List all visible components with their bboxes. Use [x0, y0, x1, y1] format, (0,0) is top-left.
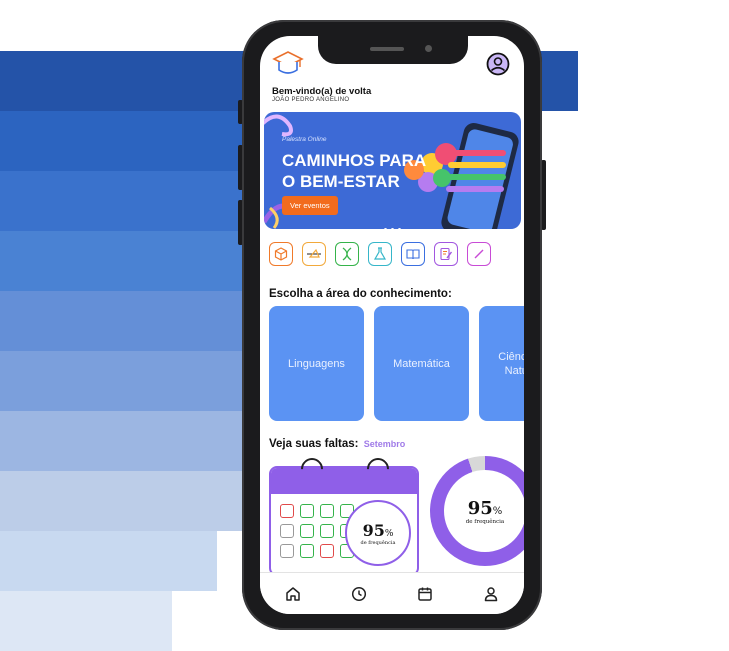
- dna-icon[interactable]: [335, 242, 359, 266]
- banner-subtitle: Palestra Online: [282, 136, 327, 143]
- percent-sign: %: [492, 505, 503, 517]
- bottom-nav: [260, 572, 524, 614]
- view-events-button[interactable]: Ver eventos: [282, 196, 338, 215]
- area-card-linguagens[interactable]: Linguagens: [269, 306, 364, 421]
- carousel-dot[interactable]: [391, 228, 394, 229]
- ruler-triangle-icon[interactable]: [302, 242, 326, 266]
- profile-icon: [484, 587, 498, 602]
- area-card-matematica[interactable]: Matemática: [374, 306, 469, 421]
- percent-value: 95: [362, 520, 385, 540]
- absences-title: Veja suas faltas:: [269, 438, 359, 450]
- calendar-day: [320, 544, 334, 558]
- area-card-label: Ciências da Natureza: [498, 350, 524, 377]
- edit-note-icon[interactable]: [434, 242, 458, 266]
- phone-frame: Bem-vindo(a) de volta JOÃO PEDRO ANGELIN…: [242, 20, 542, 630]
- stripe-8: [0, 471, 250, 531]
- phone-notch: [318, 36, 468, 64]
- user-name: JOÃO PEDRO ANGELINO: [272, 97, 350, 103]
- stripe-10: [0, 591, 172, 651]
- user-circle-icon: [486, 52, 510, 76]
- percent-sign: %: [384, 528, 394, 539]
- logo-icon[interactable]: [272, 50, 304, 78]
- profile-icon[interactable]: [486, 52, 510, 76]
- flask-icon[interactable]: [368, 242, 392, 266]
- stripe-2: [0, 111, 250, 171]
- speaker: [370, 47, 404, 51]
- nav-calendar[interactable]: [413, 582, 437, 606]
- stripe-9: [0, 531, 217, 591]
- stripe-5: [0, 291, 250, 351]
- graduation-cap-icon: [272, 51, 304, 74]
- calendar-day: [280, 544, 294, 558]
- calendar-header: [271, 468, 417, 494]
- absences-heading: Veja suas faltas: Setembro: [269, 438, 405, 450]
- attendance-caption: de frequência: [360, 539, 396, 546]
- attendance-donut: 95% de frequência: [430, 456, 524, 566]
- welcome-text: Bem-vindo(a) de volta: [272, 86, 372, 97]
- stripe-6: [0, 351, 250, 411]
- nav-history[interactable]: [347, 582, 371, 606]
- pencil-icon[interactable]: [467, 242, 491, 266]
- percent-value: 95: [467, 497, 493, 519]
- carousel-dot[interactable]: [384, 228, 387, 229]
- camera: [425, 45, 432, 52]
- calendar-day: [320, 504, 334, 518]
- absences-month[interactable]: Setembro: [364, 439, 406, 449]
- calendar-icon: [418, 587, 432, 601]
- attendance-percent: 95%: [363, 521, 394, 540]
- cube-icon[interactable]: [269, 242, 293, 266]
- area-card-label: Linguagens: [288, 357, 345, 370]
- stripe-4: [0, 231, 250, 291]
- area-card-label: Matemática: [393, 357, 450, 370]
- calendar-day: [300, 524, 314, 538]
- attendance-percent: 95%: [468, 498, 503, 519]
- calendar-day: [300, 544, 314, 558]
- area-card-ciencias[interactable]: Ciências da Natureza: [479, 306, 524, 421]
- calendar-day: [300, 504, 314, 518]
- nav-profile[interactable]: [479, 582, 503, 606]
- stripe-7: [0, 411, 250, 471]
- book-icon[interactable]: [401, 242, 425, 266]
- app-screen: Bem-vindo(a) de volta JOÃO PEDRO ANGELIN…: [260, 36, 524, 614]
- attendance-calendar[interactable]: 95% de frequência: [269, 453, 419, 576]
- calendar-day: [280, 524, 294, 538]
- calendar-day: [320, 524, 334, 538]
- calendar-day: [280, 504, 294, 518]
- home-icon: [286, 587, 300, 601]
- stripe-3: [0, 171, 250, 231]
- carousel-dots[interactable]: [384, 218, 405, 229]
- areas-title: Escolha a área do conhecimento:: [269, 288, 452, 300]
- clock-icon: [351, 586, 367, 602]
- nav-home[interactable]: [281, 582, 305, 606]
- attendance-badge: 95% de frequência: [345, 500, 411, 566]
- event-banner[interactable]: Palestra Online CAMINHOS PARA O BEM-ESTA…: [264, 112, 521, 229]
- donut-center: 95% de frequência: [444, 470, 524, 552]
- attendance-caption: de frequência: [465, 518, 505, 525]
- banner-title: CAMINHOS PARA O BEM-ESTAR: [282, 151, 426, 191]
- carousel-dot[interactable]: [398, 228, 401, 229]
